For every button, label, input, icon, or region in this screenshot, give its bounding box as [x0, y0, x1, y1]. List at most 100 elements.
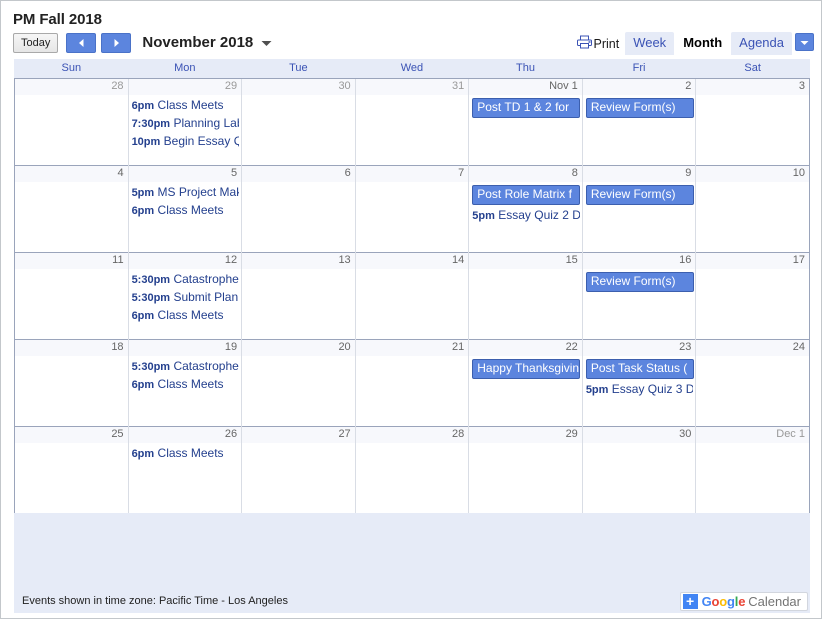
day-number[interactable]: 11: [15, 253, 128, 269]
day-cell[interactable]: 14: [354, 252, 469, 340]
day-cell[interactable]: 10: [695, 165, 810, 253]
day-cell[interactable]: 30: [241, 78, 356, 166]
day-number[interactable]: 26: [129, 427, 242, 443]
day-cell[interactable]: 28: [14, 78, 129, 166]
day-number[interactable]: 4: [15, 166, 128, 182]
day-cell[interactable]: 17: [695, 252, 810, 340]
day-number[interactable]: 8: [469, 166, 582, 182]
day-number[interactable]: 23: [583, 340, 696, 356]
day-cell[interactable]: 22 Happy Thanksgivin: [468, 339, 583, 427]
timed-event[interactable]: 5pm MS Project Mak: [132, 184, 240, 202]
day-number[interactable]: 13: [242, 253, 355, 269]
timed-event[interactable]: 6pm Class Meets: [132, 376, 240, 394]
day-number[interactable]: 19: [129, 340, 242, 356]
timed-event[interactable]: 5:30pm Catastrophe: [132, 358, 240, 376]
day-cell[interactable]: 25: [14, 426, 129, 513]
day-number[interactable]: 22: [469, 340, 582, 356]
add-to-google-calendar-button[interactable]: + Google Calendar: [679, 591, 808, 611]
day-number[interactable]: 7: [356, 166, 469, 182]
day-cell[interactable]: 28: [354, 426, 469, 513]
day-number[interactable]: 25: [15, 427, 128, 443]
print-button[interactable]: Print: [577, 35, 619, 55]
day-number[interactable]: 28: [356, 427, 469, 443]
timed-event[interactable]: 5pm Essay Quiz 3 D: [586, 381, 694, 399]
day-cell[interactable]: 15: [468, 252, 583, 340]
day-number[interactable]: 28: [15, 79, 128, 95]
today-button[interactable]: Today: [13, 33, 59, 53]
day-number[interactable]: 21: [356, 340, 469, 356]
timed-event[interactable]: 6pm Class Meets: [132, 445, 240, 463]
day-number[interactable]: 20: [242, 340, 355, 356]
day-number[interactable]: 2: [583, 79, 696, 95]
day-number[interactable]: 18: [15, 340, 128, 356]
day-cell[interactable]: 24: [695, 339, 810, 427]
day-number[interactable]: 30: [242, 79, 355, 95]
day-number[interactable]: 10: [696, 166, 809, 182]
day-cell[interactable]: 30: [581, 426, 696, 513]
day-cell[interactable]: 11: [14, 252, 129, 340]
day-cell[interactable]: 5 5pm MS Project Mak 6pm Class Meets: [127, 165, 242, 253]
day-cell[interactable]: 8 Post Role Matrix f 5pm Essay Quiz 2 D: [468, 165, 583, 253]
day-number[interactable]: 14: [356, 253, 469, 269]
day-cell[interactable]: 4: [14, 165, 129, 253]
day-number[interactable]: 27: [242, 427, 355, 443]
day-number[interactable]: 5: [129, 166, 242, 182]
day-number[interactable]: 15: [469, 253, 582, 269]
all-day-event-chip[interactable]: Post Role Matrix f: [472, 185, 581, 205]
day-cell[interactable]: 13: [241, 252, 356, 340]
day-number[interactable]: 9: [583, 166, 696, 182]
day-cell[interactable]: 23 Post Task Status ( 5pm Essay Quiz 3 D: [581, 339, 696, 427]
all-day-event-chip[interactable]: Review Form(s): [585, 272, 694, 292]
view-dropdown-button[interactable]: [795, 33, 814, 51]
timed-event[interactable]: 5:30pm Submit Plan: [132, 289, 240, 307]
day-cell[interactable]: 7: [354, 165, 469, 253]
all-day-event-chip[interactable]: Post TD 1 & 2 for: [472, 98, 581, 118]
day-number[interactable]: Dec 1: [696, 427, 809, 443]
day-number[interactable]: 29: [129, 79, 242, 95]
month-dropdown-button[interactable]: [261, 36, 272, 50]
day-number[interactable]: 6: [242, 166, 355, 182]
day-number[interactable]: 31: [356, 79, 469, 95]
day-cell[interactable]: 19 5:30pm Catastrophe 6pm Class Meets: [127, 339, 242, 427]
day-cell[interactable]: 18: [14, 339, 129, 427]
day-cell[interactable]: 26 6pm Class Meets: [127, 426, 242, 513]
all-day-event-chip[interactable]: Post Task Status (: [585, 359, 694, 379]
day-cell[interactable]: 3: [695, 78, 810, 166]
timed-event[interactable]: 5pm Essay Quiz 2 D: [472, 207, 580, 225]
day-cell[interactable]: 20: [241, 339, 356, 427]
day-number[interactable]: 16: [583, 253, 696, 269]
day-cell[interactable]: 27: [241, 426, 356, 513]
all-day-event-chip[interactable]: Review Form(s): [585, 185, 694, 205]
timed-event[interactable]: 7:30pm Planning Lab: [132, 115, 240, 133]
next-month-button[interactable]: [101, 33, 132, 53]
day-cell[interactable]: 21: [354, 339, 469, 427]
day-cell[interactable]: 6: [241, 165, 356, 253]
timed-event[interactable]: 10pm Begin Essay Q: [132, 133, 240, 151]
day-number[interactable]: 12: [129, 253, 242, 269]
day-cell[interactable]: 29: [468, 426, 583, 513]
day-cell[interactable]: 16 Review Form(s): [581, 252, 696, 340]
tab-agenda[interactable]: Agenda: [731, 32, 792, 55]
tab-week[interactable]: Week: [625, 32, 675, 55]
day-cell[interactable]: Dec 1: [695, 426, 810, 513]
day-number[interactable]: Nov 1: [469, 79, 582, 95]
all-day-event-chip[interactable]: Happy Thanksgivin: [472, 359, 581, 379]
prev-month-button[interactable]: [66, 33, 97, 53]
day-number[interactable]: 3: [696, 79, 809, 95]
day-number[interactable]: 30: [583, 427, 696, 443]
day-cell[interactable]: 9 Review Form(s): [581, 165, 696, 253]
timed-event[interactable]: 6pm Class Meets: [132, 202, 240, 220]
day-cell[interactable]: 12 5:30pm Catastrophe 5:30pm Submit Plan 6p…: [127, 252, 242, 340]
timed-event[interactable]: 6pm Class Meets: [132, 97, 240, 115]
day-number[interactable]: 29: [469, 427, 582, 443]
day-cell[interactable]: Nov 1 Post TD 1 & 2 for: [468, 78, 583, 166]
tab-month[interactable]: Month: [675, 32, 731, 55]
day-cell[interactable]: 29 6pm Class Meets 7:30pm Planning Lab 10pm…: [127, 78, 242, 166]
day-cell[interactable]: 31: [354, 78, 469, 166]
day-cell[interactable]: 2 Review Form(s): [581, 78, 696, 166]
day-number[interactable]: 24: [696, 340, 809, 356]
timed-event[interactable]: 6pm Class Meets: [132, 307, 240, 325]
all-day-event-chip[interactable]: Review Form(s): [585, 98, 694, 118]
day-number[interactable]: 17: [696, 253, 809, 269]
timed-event[interactable]: 5:30pm Catastrophe: [132, 271, 240, 289]
